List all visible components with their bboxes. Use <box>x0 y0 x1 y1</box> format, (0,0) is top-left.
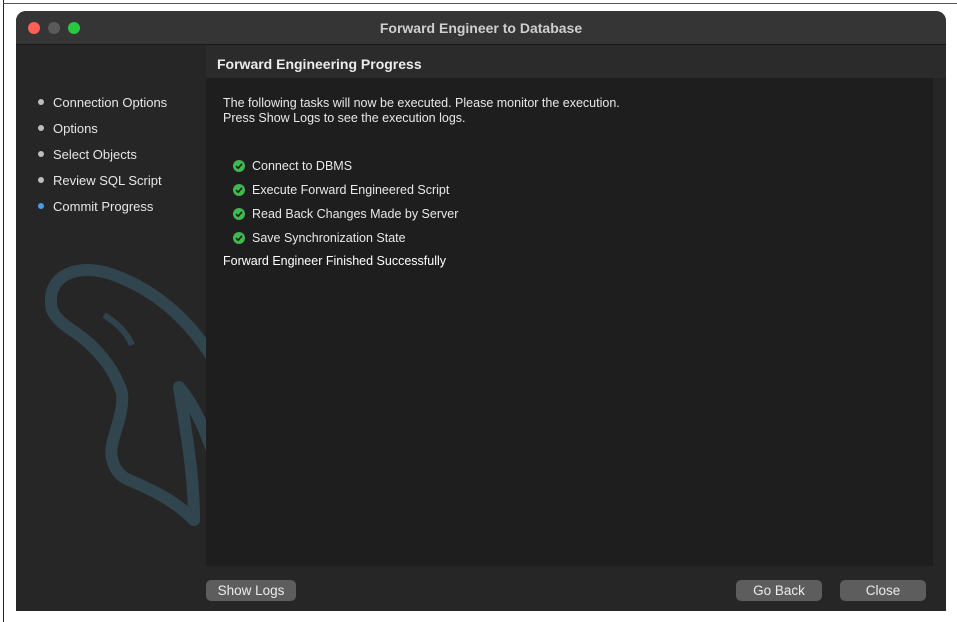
task-item: Read Back Changes Made by Server <box>233 206 458 222</box>
step-bullet-icon <box>38 177 44 183</box>
sidebar-item-review-sql-script[interactable]: Review SQL Script <box>38 171 162 189</box>
status-message: Forward Engineer Finished Successfully <box>223 254 447 268</box>
sidebar-item-select-objects[interactable]: Select Objects <box>38 145 137 163</box>
close-button[interactable]: Close <box>840 580 926 601</box>
check-circle-icon <box>233 232 245 244</box>
page-header: Forward Engineering Progress <box>206 45 946 78</box>
check-circle-icon <box>233 208 245 220</box>
show-logs-button[interactable]: Show Logs <box>206 580 296 601</box>
go-back-button[interactable]: Go Back <box>736 580 822 601</box>
task-item: Save Synchronization State <box>233 230 406 246</box>
sidebar-item-label: Select Objects <box>53 146 137 162</box>
task-label: Save Synchronization State <box>252 231 406 245</box>
task-label: Connect to DBMS <box>252 159 353 173</box>
frame-border-left <box>3 0 4 622</box>
sidebar-item-options[interactable]: Options <box>38 119 98 137</box>
frame-border-top <box>3 3 957 4</box>
check-circle-icon <box>233 184 245 196</box>
sidebar-item-label: Commit Progress <box>53 198 154 214</box>
title-bar: Forward Engineer to Database <box>16 11 946 45</box>
task-item: Connect to DBMS <box>233 158 352 174</box>
task-label: Execute Forward Engineered Script <box>252 183 450 197</box>
check-circle-icon <box>233 160 245 172</box>
wizard-window: Forward Engineer to Database Connection … <box>16 11 946 611</box>
sidebar-item-label: Review SQL Script <box>53 172 162 188</box>
sidebar-item-label: Options <box>53 120 98 136</box>
step-bullet-icon <box>38 151 44 157</box>
sidebar-item-connection-options[interactable]: Connection Options <box>38 93 167 111</box>
wizard-steps-sidebar: Connection Options Options Select Object… <box>16 45 345 611</box>
intro-text: The following tasks will now be executed… <box>223 96 620 126</box>
screenshot-frame: Forward Engineer to Database Connection … <box>0 0 957 622</box>
active-step-bullet-icon <box>38 203 44 209</box>
progress-panel: The following tasks will now be executed… <box>206 78 933 566</box>
task-item: Execute Forward Engineered Script <box>233 182 449 198</box>
window-title: Forward Engineer to Database <box>379 20 583 36</box>
intro-line-2: Press Show Logs to see the execution log… <box>223 111 466 125</box>
sidebar-item-label: Connection Options <box>53 94 168 110</box>
task-label: Read Back Changes Made by Server <box>252 207 459 221</box>
sidebar-item-commit-progress[interactable]: Commit Progress <box>38 197 153 215</box>
step-bullet-icon <box>38 99 44 105</box>
page-title: Forward Engineering Progress <box>217 56 422 72</box>
intro-line-1: The following tasks will now be executed… <box>223 96 620 110</box>
step-bullet-icon <box>38 125 44 131</box>
